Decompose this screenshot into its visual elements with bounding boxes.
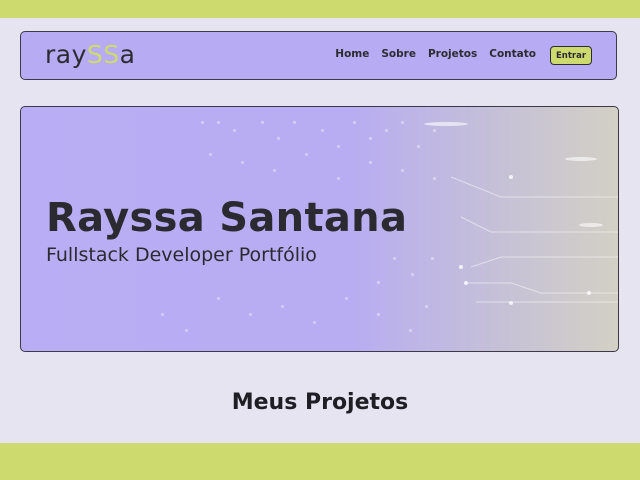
nav-link-projetos[interactable]: Projetos [428, 48, 477, 60]
navbar: raySSa Home Sobre Projetos Contato Entra… [20, 31, 617, 80]
bottom-accent-bar [0, 443, 640, 480]
hero-title: Rayssa Santana [46, 195, 408, 241]
logo-accent: SS [86, 40, 120, 69]
logo-prefix: ray [45, 40, 87, 69]
login-button[interactable]: Entrar [550, 46, 592, 65]
hero-subtitle: Fullstack Developer Portfólio [46, 244, 317, 266]
nav-link-contato[interactable]: Contato [489, 48, 536, 60]
top-accent-bar [0, 0, 640, 18]
logo-suffix: a [119, 40, 136, 69]
logo[interactable]: raySSa [45, 40, 135, 69]
nav-link-sobre[interactable]: Sobre [381, 48, 416, 60]
projects-section-title: Meus Projetos [231, 390, 409, 415]
nav-link-home[interactable]: Home [335, 48, 369, 60]
nav-links: Home Sobre Projetos Contato [335, 48, 536, 60]
hero-banner: Rayssa Santana Fullstack Developer Portf… [20, 106, 619, 352]
